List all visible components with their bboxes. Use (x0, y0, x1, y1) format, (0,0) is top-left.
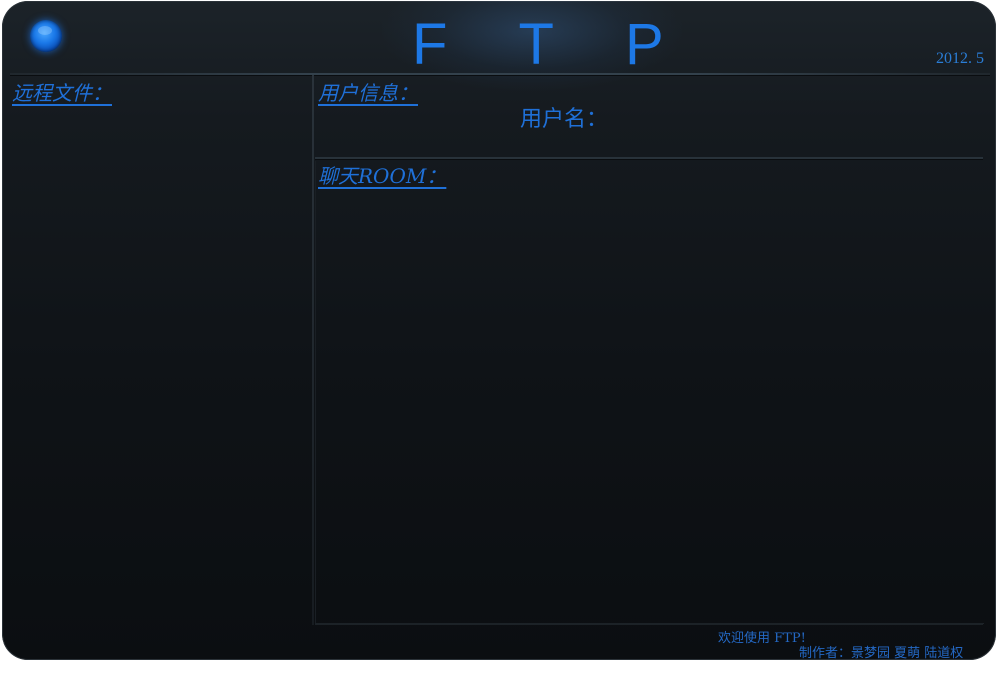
chat-room-label: 聊天ROOM： (318, 164, 447, 188)
credits-text: 制作者：景梦园 夏萌 陆道权 (799, 646, 964, 660)
user-info-label: 用户信息： (318, 81, 418, 105)
app-window: F T P 2012. 5 远程文件： 用户信息： 用户名： 聊天ROOM： 欢… (2, 1, 996, 660)
remote-files-label: 远程文件： (12, 81, 112, 105)
username-label: 用户名： (520, 107, 609, 132)
header-divider (10, 73, 990, 76)
status-orb-icon[interactable] (30, 20, 62, 52)
user-chat-divider (315, 157, 983, 160)
chat-room-panel[interactable] (315, 161, 984, 624)
version-label: 2012. 5 (936, 50, 984, 67)
app-title: F T P (412, 12, 692, 77)
vertical-divider (312, 75, 314, 625)
welcome-text: 欢迎使用 FTP! (718, 631, 806, 646)
bottom-divider (315, 623, 983, 625)
remote-files-panel[interactable] (10, 77, 313, 625)
